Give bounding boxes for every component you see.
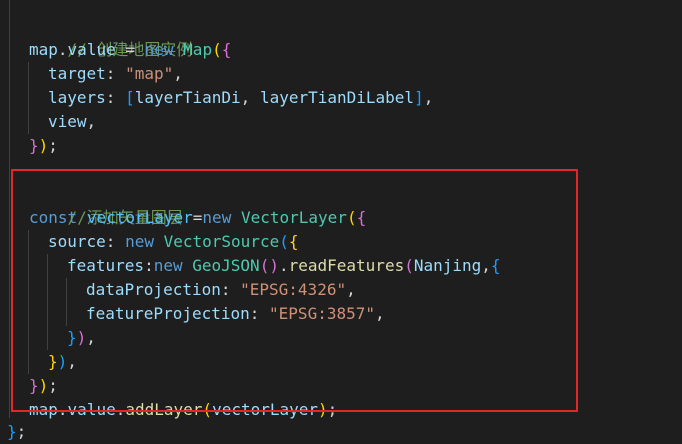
code-token: value — [67, 40, 116, 59]
code-token: , — [240, 88, 260, 107]
code-token: [ — [125, 88, 135, 107]
code-token: , — [86, 112, 97, 131]
code-token: "map" — [125, 64, 174, 83]
code-line[interactable]: // 创建地图实例 — [29, 14, 193, 59]
code-token: Map — [183, 40, 213, 59]
code-token: view — [48, 112, 87, 131]
indent-guide — [9, 0, 10, 418]
code-token: target — [48, 64, 106, 83]
code-token: , — [173, 64, 183, 83]
code-token: layerTianDi — [134, 88, 241, 107]
highlight-box — [11, 169, 578, 412]
code-token: ; — [16, 422, 27, 441]
code-token: layerTianDiLabel — [259, 88, 415, 107]
code-token: : — [105, 64, 126, 83]
code-token: map — [29, 40, 58, 59]
code-token: ( — [212, 40, 222, 59]
code-token: layers — [48, 88, 106, 107]
code-line[interactable]: }; — [7, 420, 26, 444]
code-token: , — [423, 88, 434, 107]
code-line[interactable]: }); — [29, 134, 58, 158]
code-line[interactable]: map.value = new Map({ — [29, 38, 231, 62]
code-line[interactable]: target: "map", — [48, 62, 183, 86]
code-line[interactable]: layers: [layerTianDi, layerTianDiLabel], — [48, 86, 433, 110]
code-line[interactable]: view, — [48, 110, 96, 134]
code-token: ; — [48, 136, 58, 155]
code-token: { — [221, 40, 232, 59]
code-token: } — [7, 422, 17, 441]
code-token: } — [29, 136, 39, 155]
code-token: = — [115, 40, 145, 59]
code-token: . — [57, 40, 68, 59]
code-token: ) — [38, 136, 49, 155]
code-token: new — [144, 40, 174, 59]
code-token: ] — [414, 88, 424, 107]
code-token: : — [105, 88, 126, 107]
code-editor[interactable]: // 创建地图实例 map.value = new Map({ target: … — [0, 0, 682, 441]
